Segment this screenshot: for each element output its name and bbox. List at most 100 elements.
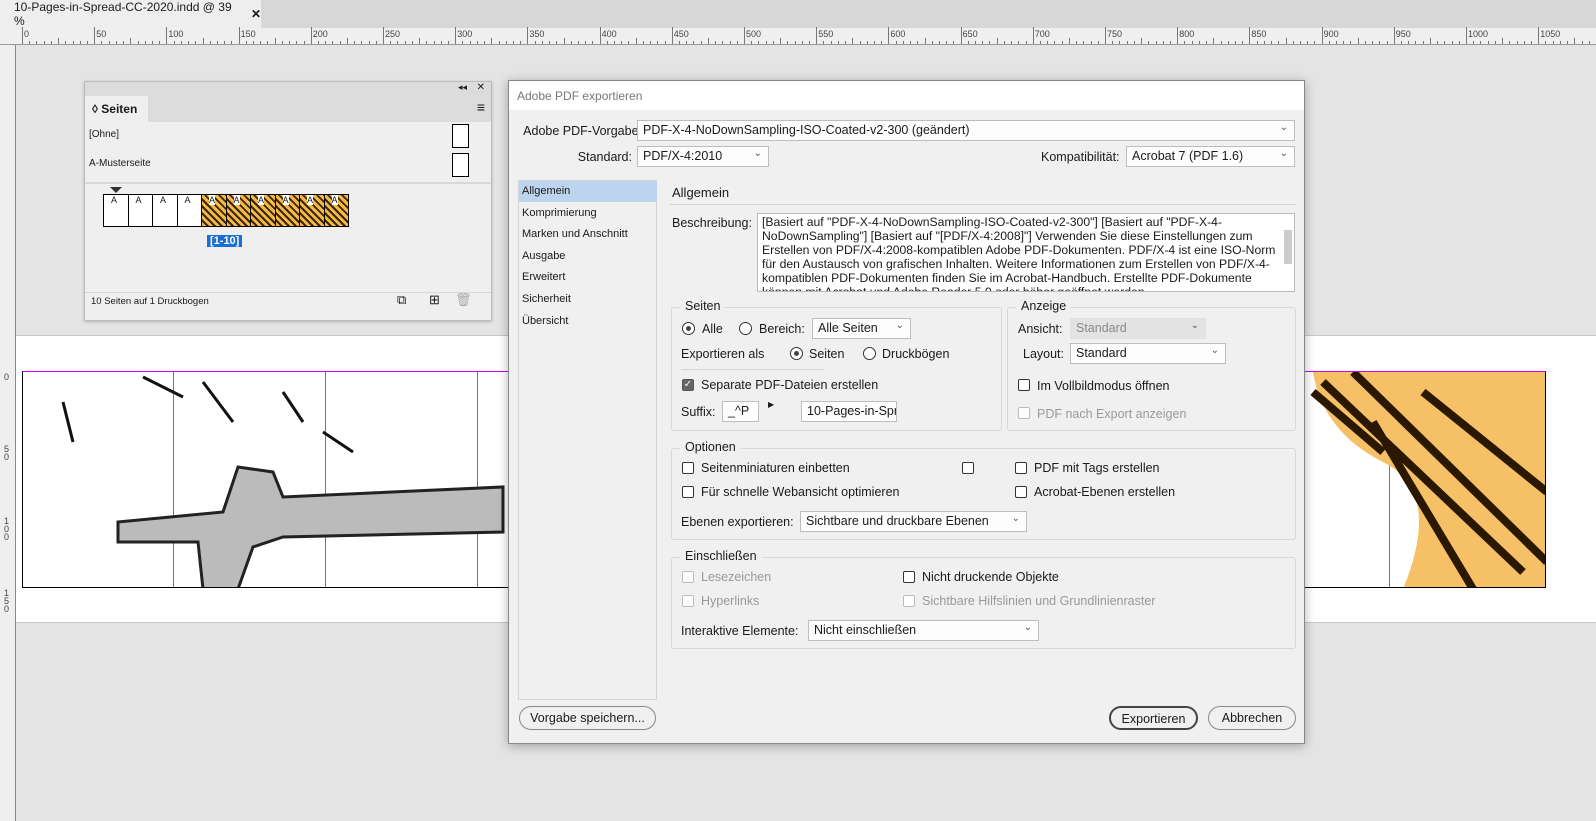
tab-pages[interactable]: ◊ Seiten bbox=[85, 96, 148, 123]
ruler-minor-tick bbox=[592, 41, 594, 44]
standard-select[interactable]: PDF/X-4:2010 ⌄ bbox=[637, 146, 769, 167]
view-select[interactable]: Standard ⌄ bbox=[1070, 318, 1206, 339]
ruler-label: 0 bbox=[24, 29, 30, 39]
master-a[interactable]: A-Musterseite bbox=[89, 158, 151, 169]
panel-menu-icon[interactable]: ≡ bbox=[477, 99, 485, 115]
ruler-minor-tick bbox=[1516, 41, 1518, 44]
category-3[interactable]: Marken und Anschnitt bbox=[519, 224, 657, 245]
page-thumbnail[interactable]: A bbox=[324, 195, 348, 226]
preset-select[interactable]: PDF-X-4-NoDownSampling-ISO-Coated-v2-300… bbox=[637, 120, 1295, 141]
page-thumbnail[interactable]: A bbox=[153, 195, 178, 226]
radio-all[interactable] bbox=[682, 322, 695, 335]
ruler-minor-tick bbox=[1422, 41, 1424, 44]
ruler-minor-tick bbox=[43, 41, 45, 44]
pages-group: Seiten Alle Bereich: Alle Seiten ⌄ Export… bbox=[671, 299, 1002, 431]
ruler-minor-tick bbox=[108, 41, 110, 44]
category-7[interactable]: Übersicht bbox=[519, 311, 657, 332]
ruler-minor-tick bbox=[563, 38, 565, 44]
page-thumbnail[interactable]: A bbox=[251, 195, 276, 226]
document-tab[interactable]: 10-Pages-in-Spread-CC-2020.indd @ 39 % ✕ bbox=[0, 0, 261, 28]
ruler-minor-tick bbox=[736, 41, 738, 44]
ruler-minor-tick bbox=[375, 41, 377, 44]
category-1[interactable]: Allgemein bbox=[519, 181, 657, 202]
view-after-export-checkbox[interactable] bbox=[1018, 407, 1030, 419]
description-text[interactable]: [Basiert auf "PDF-X-4-NoDownSampling-ISO… bbox=[757, 213, 1295, 292]
scrollbar[interactable] bbox=[1284, 230, 1292, 264]
save-preset-button[interactable]: Vorgabe speichern... bbox=[519, 706, 656, 730]
compat-select[interactable]: Acrobat 7 (PDF 1.6) ⌄ bbox=[1126, 146, 1295, 167]
close-icon[interactable]: ✕ bbox=[477, 82, 485, 93]
ruler-minor-tick bbox=[1401, 41, 1403, 44]
ruler-minor-tick bbox=[946, 41, 948, 44]
category-4[interactable]: Ausgabe bbox=[519, 246, 657, 267]
export-button[interactable]: Exportieren bbox=[1109, 706, 1198, 730]
ruler-minor-tick bbox=[1408, 41, 1410, 44]
ruler-label: 800 bbox=[1179, 29, 1195, 39]
page-thumbnail[interactable]: A bbox=[300, 195, 325, 226]
separate-pdf-checkbox[interactable]: ✓ bbox=[682, 379, 694, 391]
cancel-button[interactable]: Abbrechen bbox=[1208, 706, 1296, 730]
tagged-pdf-checkbox[interactable] bbox=[962, 462, 974, 474]
acrobat-layers-checkbox[interactable] bbox=[1015, 486, 1027, 498]
master-prefix: A bbox=[184, 195, 191, 205]
ruler-minor-tick bbox=[520, 41, 522, 44]
ruler-minor-tick bbox=[130, 38, 132, 44]
ruler-tick bbox=[1466, 27, 1467, 44]
page-thumbnail[interactable]: A bbox=[177, 195, 202, 226]
hyperlinks-checkbox[interactable] bbox=[682, 595, 694, 607]
page-thumbnails[interactable]: AAAAAAAAAA bbox=[103, 194, 349, 227]
vertical-ruler[interactable]: 0 50 100 150 bbox=[0, 45, 16, 821]
close-icon[interactable]: ✕ bbox=[251, 7, 261, 21]
ruler-label: 100 bbox=[168, 29, 184, 39]
ruler-minor-tick bbox=[686, 41, 688, 44]
category-5[interactable]: Erweitert bbox=[519, 267, 657, 288]
edit-page-size-icon[interactable]: ⧉ bbox=[397, 292, 406, 308]
section-title: Allgemein bbox=[672, 185, 730, 200]
ruler-minor-tick bbox=[188, 41, 190, 44]
delete-page-icon[interactable]: 🗑 bbox=[455, 292, 472, 308]
radio-spreads[interactable] bbox=[863, 347, 876, 360]
page-thumbnail[interactable]: A bbox=[275, 195, 300, 226]
layout-select[interactable]: Standard ⌄ bbox=[1070, 343, 1226, 364]
category-6[interactable]: Sicherheit bbox=[519, 289, 657, 310]
nonprinting-checkbox[interactable] bbox=[903, 571, 915, 583]
ruler-minor-tick bbox=[679, 41, 681, 44]
page-thumbnail[interactable]: A bbox=[226, 195, 251, 226]
pages-panel: ◂◂ ✕ ◊ Seiten ≡ [Ohne] A-Musterseite A A A… bbox=[84, 81, 492, 321]
new-page-icon[interactable]: ⊞ bbox=[429, 292, 440, 308]
page-thumbnail[interactable]: A bbox=[128, 195, 153, 226]
chevron-down-icon: ⌄ bbox=[1011, 513, 1020, 524]
thumbnails-checkbox[interactable] bbox=[682, 462, 694, 474]
guides-checkbox[interactable] bbox=[903, 595, 915, 607]
radio-pages[interactable] bbox=[790, 347, 803, 360]
fast-web-checkbox[interactable] bbox=[682, 486, 694, 498]
horizontal-ruler[interactable]: 0 50 100 150 200 250 300 350 400 450 500 550 600 650 7… bbox=[0, 27, 1596, 45]
ruler-minor-tick bbox=[1502, 38, 1504, 44]
range-select[interactable]: Alle Seiten ⌄ bbox=[812, 318, 911, 339]
radio-range[interactable] bbox=[739, 322, 752, 335]
page-thumbnail[interactable]: A bbox=[202, 195, 227, 226]
ruler-minor-tick bbox=[1523, 41, 1525, 44]
ruler-minor-tick bbox=[1076, 41, 1078, 44]
page-thumbnail[interactable]: A bbox=[104, 195, 129, 226]
ruler-minor-tick bbox=[361, 41, 363, 44]
suffix-input[interactable]: _^P bbox=[722, 401, 759, 422]
ruler-minor-tick bbox=[1545, 41, 1547, 44]
interactive-select[interactable]: Nicht einschließen ⌄ bbox=[808, 620, 1039, 641]
collapse-icon[interactable]: ◂◂ bbox=[458, 82, 467, 93]
ruler-minor-tick bbox=[953, 41, 955, 44]
ruler-minor-tick bbox=[368, 41, 370, 44]
ruler-minor-tick bbox=[787, 41, 789, 44]
tagged-pdf-checkbox[interactable] bbox=[1015, 462, 1027, 474]
master-none[interactable]: [Ohne] bbox=[89, 129, 119, 140]
standard-label: Standard: bbox=[577, 150, 632, 164]
ruler-minor-tick bbox=[924, 38, 926, 44]
category-2[interactable]: Komprimierung bbox=[519, 203, 657, 224]
export-layers-select[interactable]: Sichtbare und druckbare Ebenen ⌄ bbox=[800, 511, 1027, 532]
ruler-minor-tick bbox=[765, 41, 767, 44]
ruler-minor-tick bbox=[1552, 41, 1554, 44]
ruler-minor-tick bbox=[852, 38, 854, 44]
fullscreen-checkbox[interactable] bbox=[1018, 379, 1030, 391]
ruler-minor-tick bbox=[1343, 41, 1345, 44]
bookmarks-checkbox[interactable] bbox=[682, 571, 694, 583]
